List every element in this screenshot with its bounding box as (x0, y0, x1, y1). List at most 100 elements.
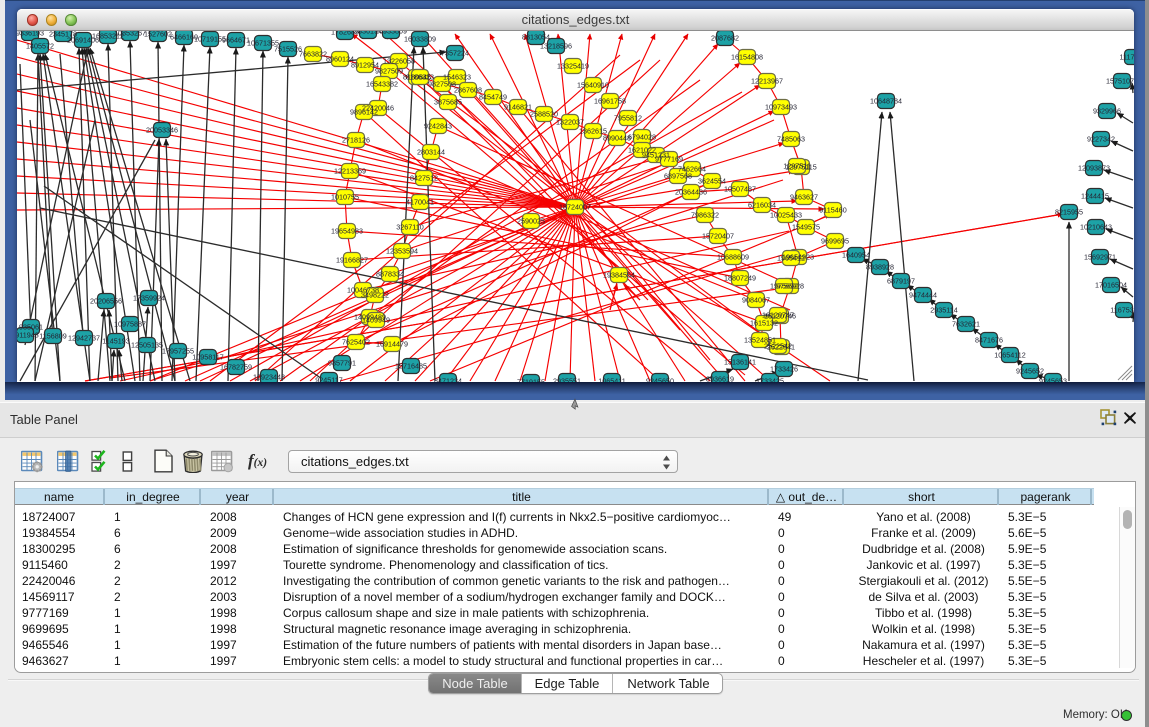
svg-text:10853267: 10853267 (114, 31, 146, 38)
svg-text:20053346: 20053346 (146, 126, 178, 135)
svg-text:19384554: 19384554 (603, 271, 635, 280)
svg-text:7663822: 7663822 (299, 50, 327, 59)
svg-text:18807249: 18807249 (724, 274, 756, 283)
svg-text:12942737: 12942737 (68, 334, 100, 343)
svg-text:1297511: 1297511 (783, 162, 810, 171)
svg-text:8471676: 8471676 (975, 336, 1003, 345)
svg-text:9245650: 9245650 (646, 377, 674, 383)
svg-text:7719155: 7719155 (517, 378, 545, 383)
svg-text:1733425: 1733425 (756, 377, 784, 383)
svg-text:7515526: 7515526 (274, 45, 302, 54)
svg-text:13218596: 13218596 (540, 42, 572, 51)
svg-text:13226058: 13226058 (383, 57, 415, 66)
svg-text:15640910: 15640910 (577, 81, 609, 90)
svg-text:3267110: 3267110 (396, 223, 423, 232)
svg-text:9245653: 9245653 (1039, 377, 1067, 383)
svg-text:19654983: 19654983 (331, 227, 363, 236)
svg-text:3498222: 3498222 (361, 291, 389, 300)
svg-text:6794028: 6794028 (628, 133, 656, 142)
svg-text:1145193: 1145193 (102, 337, 129, 346)
svg-text:17016504: 17016504 (1095, 281, 1127, 290)
svg-text:12213369: 12213369 (334, 167, 366, 176)
svg-text:9474444: 9474444 (909, 291, 937, 300)
svg-text:16543382: 16543382 (366, 80, 398, 89)
svg-text:17957255: 17957255 (162, 347, 194, 356)
svg-text:1167534: 1167534 (1110, 306, 1134, 315)
svg-text:1975692: 1975692 (770, 282, 798, 291)
svg-text:15720407: 15720407 (702, 232, 734, 241)
svg-text:7986322: 7986322 (691, 211, 719, 220)
svg-text:9329966: 9329966 (1093, 107, 1121, 116)
svg-text:1156809: 1156809 (39, 332, 66, 341)
svg-text:9777169: 9777169 (655, 155, 683, 164)
svg-text:10688609: 10688609 (717, 253, 749, 262)
svg-text:2718126: 2718126 (342, 136, 370, 145)
svg-text:9227342: 9227342 (1087, 135, 1115, 144)
svg-text:8427512: 8427512 (410, 174, 438, 183)
svg-text:10210643: 10210643 (1080, 223, 1112, 232)
svg-text:8990448: 8990448 (603, 134, 631, 143)
svg-text:16961758: 16961758 (594, 97, 626, 106)
svg-text:7485063: 7485063 (777, 135, 805, 144)
svg-text:9463627: 9463627 (790, 193, 818, 202)
svg-text:9336193: 9336193 (17, 31, 44, 38)
svg-text:8878334: 8878334 (376, 270, 404, 279)
svg-text:10958117: 10958117 (192, 353, 223, 362)
svg-text:1409949: 1409949 (362, 316, 390, 325)
svg-text:19166827: 19166827 (336, 256, 368, 265)
svg-text:2867608: 2867608 (454, 86, 482, 95)
svg-text:15136141: 15136141 (724, 358, 756, 367)
svg-text:12213967: 12213967 (751, 77, 783, 86)
svg-text:2588520: 2588520 (530, 110, 558, 119)
svg-text:15692971: 15692971 (1084, 253, 1116, 262)
svg-text:9242843: 9242843 (424, 122, 452, 131)
svg-text:8936619: 8936619 (706, 375, 734, 383)
svg-text:10973493: 10973493 (765, 103, 797, 112)
svg-text:1010755: 1010755 (331, 193, 359, 202)
svg-text:6879197: 6879197 (887, 277, 915, 286)
svg-text:8471234: 8471234 (434, 377, 462, 383)
svg-text:1405572: 1405572 (26, 42, 54, 51)
svg-text:1546323: 1546323 (443, 73, 471, 82)
svg-text:12353594: 12353594 (386, 247, 418, 256)
svg-text:9115460: 9115460 (819, 206, 846, 215)
svg-text:10654112: 10654112 (994, 351, 1025, 360)
svg-text:1733426: 1733426 (770, 365, 798, 374)
svg-text:1549575: 1549575 (792, 223, 820, 232)
svg-text:10923448: 10923448 (253, 373, 285, 382)
svg-text:7955812: 7955812 (614, 114, 642, 123)
svg-text:1615132: 1615132 (750, 319, 778, 328)
svg-text:9146821: 9146821 (504, 103, 532, 112)
svg-text:20364436: 20364436 (675, 188, 707, 197)
svg-text:8960124: 8960124 (326, 55, 354, 64)
svg-text:9084067: 9084067 (742, 296, 770, 305)
svg-text:10975887: 10975887 (114, 320, 146, 329)
svg-text:6897568: 6897568 (664, 172, 692, 181)
svg-text:20206556: 20206556 (90, 297, 122, 306)
svg-text:10507487: 10507487 (724, 185, 756, 194)
svg-text:9245117: 9245117 (315, 376, 342, 383)
svg-text:16933809: 16933809 (375, 31, 407, 36)
svg-text:4170041: 4170041 (406, 198, 434, 207)
svg-text:2803144: 2803144 (417, 148, 445, 157)
svg-text:10025433: 10025433 (770, 211, 802, 220)
svg-text:8938928: 8938928 (866, 263, 894, 272)
svg-text:13325419: 13325419 (557, 62, 589, 71)
svg-text:1244415: 1244415 (1081, 192, 1109, 201)
svg-text:10648784: 10648784 (870, 97, 902, 106)
svg-text:7625402: 7625402 (342, 338, 370, 347)
svg-text:7632621: 7632621 (952, 320, 980, 329)
svg-text:1965412: 1965412 (777, 254, 805, 263)
svg-text:2087682: 2087682 (711, 34, 739, 43)
svg-text:8215955: 8215955 (1055, 208, 1083, 217)
svg-text:3624554: 3624554 (698, 177, 726, 186)
svg-text:2590025: 2590025 (517, 217, 545, 226)
svg-text:16154808: 16154808 (731, 53, 763, 62)
svg-text:6216034: 6216034 (748, 201, 776, 210)
svg-text:3911943: 3911943 (17, 331, 39, 340)
svg-text:9857791: 9857791 (328, 359, 356, 368)
svg-text:9664671: 9664671 (222, 36, 250, 45)
svg-text:1527602: 1527602 (144, 31, 172, 39)
svg-text:7357224: 7357224 (441, 49, 469, 58)
svg-text:17359924: 17359924 (133, 294, 165, 303)
